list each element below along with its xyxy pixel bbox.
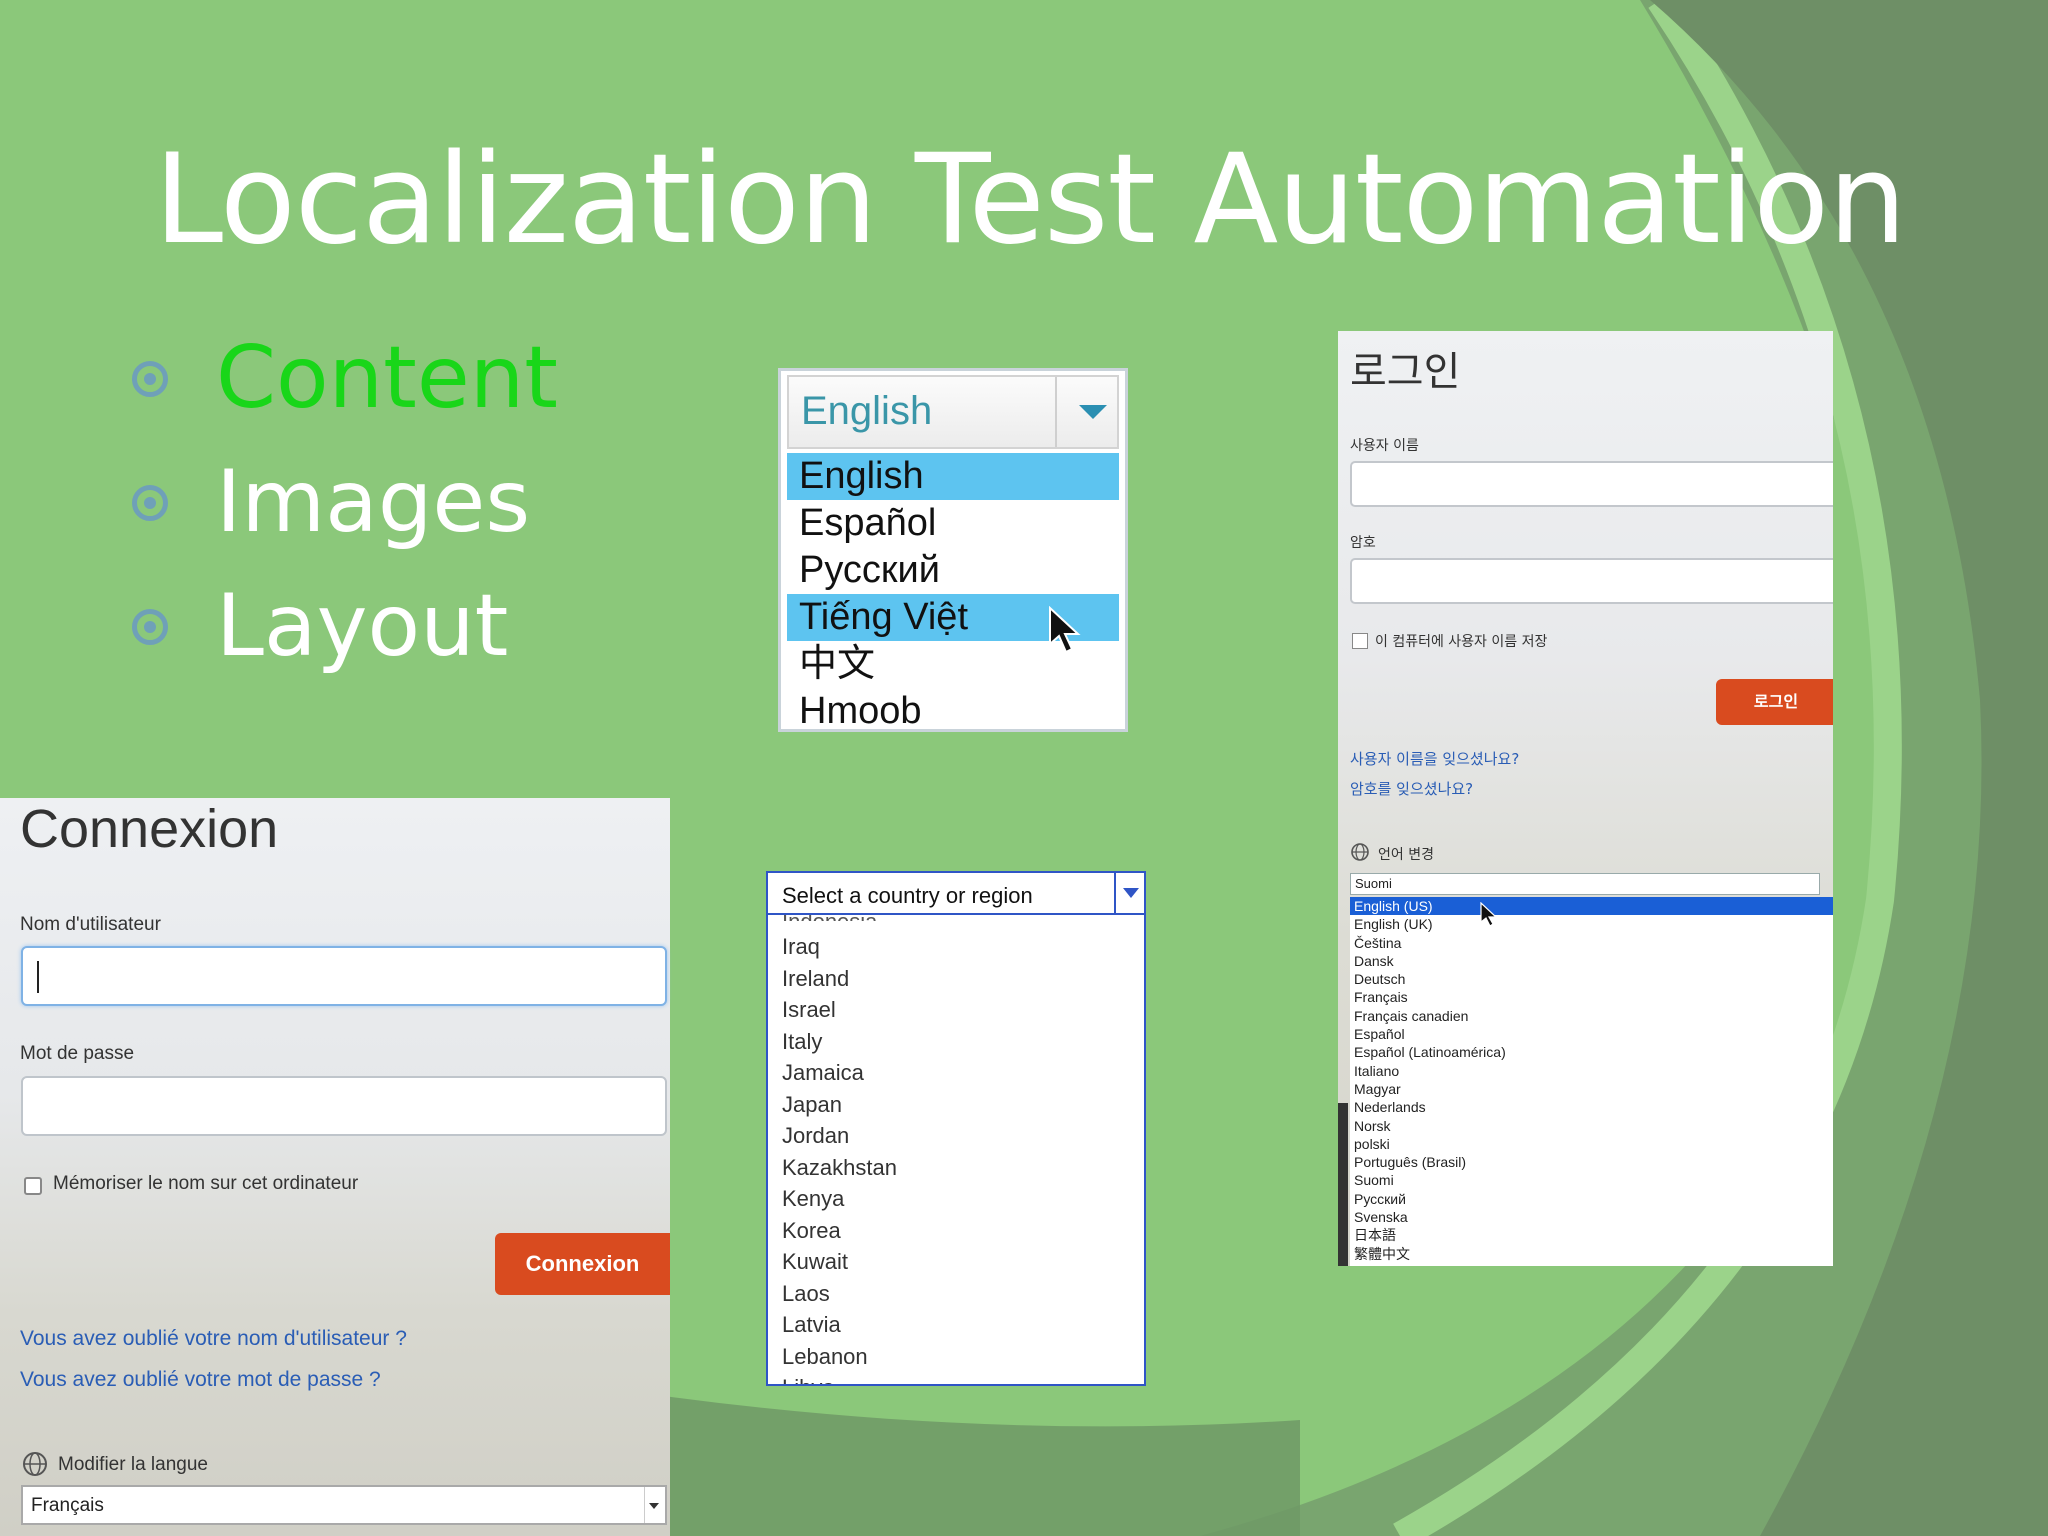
change-language-label: Modifier la langue — [58, 1454, 208, 1475]
language-option[interactable]: Français canadien — [1350, 1007, 1833, 1025]
remember-checkbox[interactable] — [24, 1177, 42, 1195]
chevron-down-icon[interactable] — [1079, 405, 1107, 419]
language-selected-value: English — [801, 389, 933, 433]
mouse-cursor-icon — [1480, 902, 1498, 927]
country-option[interactable]: Iraq — [782, 931, 897, 963]
password-input[interactable] — [1350, 558, 1833, 604]
country-option[interactable]: Laos — [782, 1278, 897, 1310]
username-input[interactable] — [1350, 461, 1833, 507]
remember-checkbox[interactable] — [1352, 633, 1368, 649]
language-option[interactable]: Čeština — [1350, 934, 1833, 952]
language-option[interactable]: Svenska — [1350, 1208, 1833, 1226]
bullet-marker-icon — [132, 609, 168, 645]
french-login-panel: Connexion — [0, 798, 670, 1536]
chevron-down-icon[interactable] — [644, 1487, 665, 1523]
forgot-password-link[interactable]: Vous avez oublié votre mot de passe ? — [20, 1368, 381, 1392]
login-button[interactable]: Connexion — [495, 1233, 670, 1295]
forgot-username-link[interactable]: 사용자 이름을 잊으셨나요? — [1350, 748, 1519, 769]
remember-label: 이 컴퓨터에 사용자 이름 저장 — [1375, 634, 1548, 650]
country-option[interactable]: Japan — [782, 1089, 897, 1121]
chevron-down-icon[interactable] — [1114, 873, 1144, 913]
login-title: 로그인 — [1350, 349, 1461, 395]
country-select-placeholder: Select a country or region — [782, 883, 1033, 908]
language-options: English Español Русский Tiếng Việt 中文 Hm… — [787, 453, 1119, 729]
country-option[interactable]: Jordan — [782, 1120, 897, 1152]
language-option[interactable]: Italiano — [1350, 1062, 1833, 1080]
language-dropdown[interactable]: English English Español Русский Tiếng Vi… — [778, 368, 1128, 732]
language-select-value: Suomi — [1355, 876, 1392, 891]
language-select-value: Français — [31, 1495, 104, 1516]
remember-label: Mémoriser le nom sur cet ordinateur — [53, 1173, 359, 1194]
login-title: Connexion — [20, 799, 279, 859]
language-option[interactable]: 日本語 — [1350, 1226, 1833, 1244]
slide-title: Localization Test Automation — [154, 128, 1907, 272]
language-option[interactable]: Magyar — [1350, 1080, 1833, 1098]
language-option[interactable]: Русский — [787, 547, 1119, 594]
language-option[interactable]: Nederlands — [1350, 1098, 1833, 1116]
globe-icon — [1351, 843, 1369, 861]
country-option[interactable]: Latvia — [782, 1309, 897, 1341]
country-select[interactable]: Select a country or region — [768, 873, 1144, 915]
username-input[interactable] — [21, 946, 667, 1006]
forgot-username-link[interactable]: Vous avez oublié votre nom d'utilisateur… — [20, 1327, 407, 1351]
country-option[interactable]: Israel — [782, 994, 897, 1026]
language-select[interactable]: Français — [21, 1485, 667, 1525]
country-option[interactable]: Kuwait — [782, 1246, 897, 1278]
country-option[interactable]: Ireland — [782, 963, 897, 995]
mouse-cursor-icon — [1049, 606, 1081, 654]
country-dropdown[interactable]: Indonesia Select a country or region Ira… — [766, 871, 1146, 1386]
language-option[interactable]: English — [787, 453, 1119, 500]
password-input[interactable] — [21, 1076, 667, 1136]
language-option[interactable]: English (US) — [1350, 897, 1833, 916]
forgot-password-link[interactable]: 암호를 잊으셨나요? — [1350, 778, 1473, 799]
password-label: Mot de passe — [20, 1043, 135, 1064]
country-option[interactable]: Italy — [782, 1026, 897, 1058]
country-option[interactable]: Kazakhstan — [782, 1152, 897, 1184]
language-select[interactable]: English — [787, 375, 1119, 449]
username-label: 사용자 이름 — [1350, 438, 1419, 454]
bullet-marker-icon — [132, 485, 168, 521]
login-button[interactable]: 로그인 — [1716, 679, 1833, 725]
language-option[interactable]: Dansk — [1350, 952, 1833, 970]
bullet-text: Images — [216, 452, 531, 552]
language-option[interactable]: English (UK) — [1350, 915, 1833, 933]
language-option[interactable]: Norsk — [1350, 1117, 1833, 1135]
korean-login-panel: 로그인 사용자 이름 암호 이 컴퓨터에 사용자 이름 저장 로그인 사용자 이… — [1338, 331, 1833, 1266]
divider — [1055, 377, 1057, 447]
globe-icon — [23, 1452, 47, 1476]
language-option[interactable]: Русский — [1350, 1190, 1833, 1208]
language-option[interactable]: Español — [1350, 1025, 1833, 1043]
password-label: 암호 — [1350, 535, 1376, 551]
language-option[interactable]: 繁體中文 — [1350, 1245, 1833, 1263]
language-option[interactable]: Français — [1350, 988, 1833, 1006]
bullet-text: Content — [216, 328, 559, 428]
country-options: Iraq Ireland Israel Italy Jamaica Japan … — [782, 931, 897, 1384]
text-caret — [37, 961, 39, 993]
language-option[interactable]: Português (Brasil) — [1350, 1153, 1833, 1171]
language-option[interactable]: Español — [787, 500, 1119, 547]
language-option[interactable]: Suomi — [1350, 1171, 1833, 1189]
language-select[interactable]: Suomi — [1350, 873, 1820, 895]
bullet-marker-icon — [132, 361, 168, 397]
country-option[interactable]: Libya — [782, 1372, 897, 1384]
language-options: English (US) English (UK) Čeština Dansk … — [1350, 897, 1833, 1266]
language-option[interactable]: Español (Latinoamérica) — [1350, 1043, 1833, 1061]
language-option[interactable]: polski — [1350, 1135, 1833, 1153]
country-option[interactable]: Kenya — [782, 1183, 897, 1215]
username-label: Nom d'utilisateur — [20, 914, 161, 935]
change-language-label: 언어 변경 — [1378, 847, 1434, 863]
country-option[interactable]: Jamaica — [782, 1057, 897, 1089]
bullet-text: Layout — [216, 576, 509, 676]
country-option[interactable]: Lebanon — [782, 1341, 897, 1373]
scrollbar[interactable] — [1338, 1103, 1348, 1266]
country-option[interactable]: Korea — [782, 1215, 897, 1247]
language-option[interactable]: Hmoob — [787, 688, 1119, 729]
language-option[interactable]: Deutsch — [1350, 970, 1833, 988]
